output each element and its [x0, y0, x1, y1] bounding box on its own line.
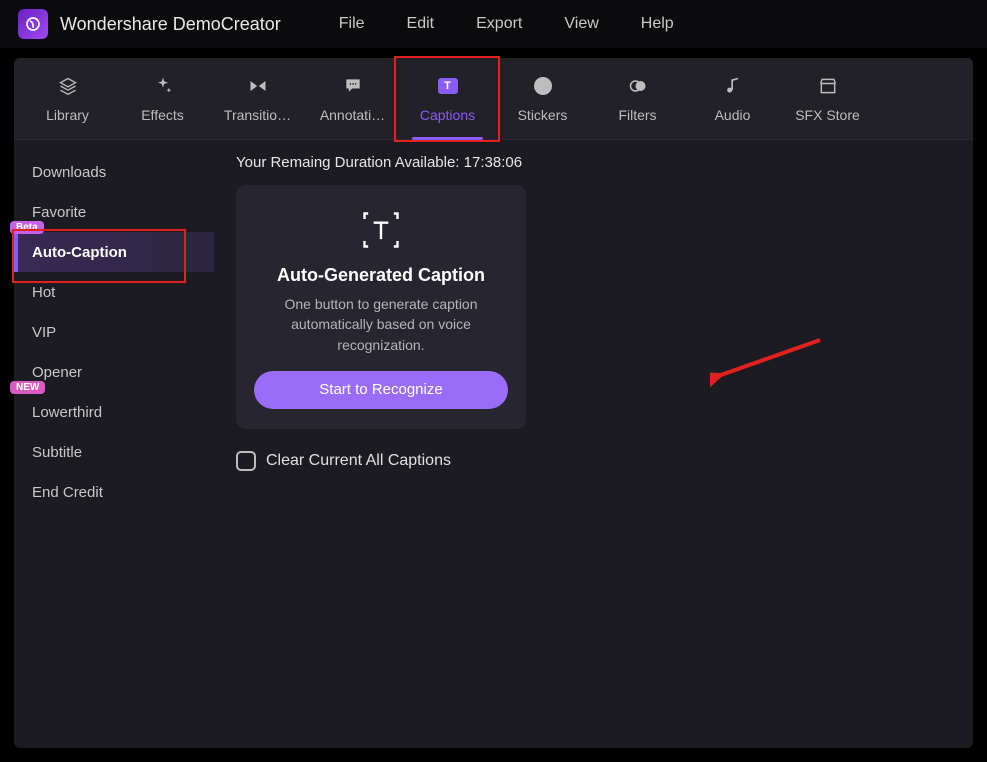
captions-icon: T	[437, 75, 459, 97]
clear-captions-row: Clear Current All Captions	[236, 451, 951, 471]
bowtie-icon	[247, 75, 269, 97]
sidebar-item-label: Downloads	[32, 164, 106, 181]
menu-export[interactable]: Export	[476, 15, 522, 33]
sidebar-item-downloads[interactable]: Downloads	[14, 152, 214, 192]
tab-captions[interactable]: T Captions	[400, 58, 495, 139]
new-badge: NEW	[10, 381, 45, 394]
tab-sfx-store[interactable]: SFX Store	[780, 58, 875, 139]
auto-caption-card: Auto-Generated Caption One button to gen…	[236, 185, 526, 429]
music-note-icon	[722, 75, 744, 97]
text-scan-icon	[359, 209, 403, 251]
menu-help[interactable]: Help	[641, 15, 674, 33]
layers-icon	[57, 75, 79, 97]
menu-bar: File Edit Export View Help	[339, 15, 674, 33]
workspace: Library Effects Transitio… Annotati… T C…	[14, 58, 973, 748]
sidebar-item-label: Favorite	[32, 204, 86, 221]
sidebar-item-subtitle[interactable]: Subtitle	[14, 432, 214, 472]
start-recognize-button[interactable]: Start to Recognize	[254, 371, 508, 409]
sidebar-item-label: Auto-Caption	[32, 244, 127, 261]
sidebar-item-favorite[interactable]: Favorite	[14, 192, 214, 232]
menu-file[interactable]: File	[339, 15, 365, 33]
sidebar-item-label: Opener	[32, 364, 82, 381]
sidebar-item-label: Hot	[32, 284, 55, 301]
app-title: Wondershare DemoCreator	[60, 14, 281, 35]
sidebar-item-label: Subtitle	[32, 444, 82, 461]
smiley-icon	[532, 75, 554, 97]
sidebar-item-end-credit[interactable]: End Credit	[14, 472, 214, 512]
tab-library[interactable]: Library	[20, 58, 115, 139]
app-logo-icon	[18, 9, 48, 39]
beta-badge: Beta	[10, 221, 44, 234]
annotation-arrow-icon	[710, 332, 830, 392]
tab-label: Captions	[420, 107, 475, 123]
tab-label: SFX Store	[795, 107, 860, 123]
store-icon	[817, 75, 839, 97]
tab-label: Transitio…	[224, 107, 291, 123]
tab-label: Library	[46, 107, 89, 123]
menu-edit[interactable]: Edit	[407, 15, 435, 33]
sidebar-item-vip[interactable]: VIP	[14, 312, 214, 352]
tab-transitions[interactable]: Transitio…	[210, 58, 305, 139]
clear-captions-label: Clear Current All Captions	[266, 452, 451, 470]
sidebar-item-hot[interactable]: Hot	[14, 272, 214, 312]
tab-label: Stickers	[518, 107, 568, 123]
sidebar-item-label: End Credit	[32, 484, 103, 501]
card-title: Auto-Generated Caption	[254, 265, 508, 286]
remaining-label: Your Remaing Duration Available:	[236, 154, 459, 171]
tab-stickers[interactable]: Stickers	[495, 58, 590, 139]
sparkle-icon	[152, 75, 174, 97]
speech-icon	[342, 75, 364, 97]
sidebar-item-auto-caption[interactable]: Beta Auto-Caption	[14, 232, 214, 272]
sidebar-item-label: Lowerthird	[32, 404, 102, 421]
sidebar: Downloads Favorite Beta Auto-Caption Hot…	[14, 140, 214, 748]
category-tabs: Library Effects Transitio… Annotati… T C…	[14, 58, 973, 140]
tab-label: Annotati…	[320, 107, 385, 123]
card-description: One button to generate caption automatic…	[254, 294, 508, 355]
content-panel: Your Remaing Duration Available: 17:38:0…	[214, 140, 973, 748]
tab-label: Filters	[618, 107, 656, 123]
sidebar-item-lowerthird[interactable]: NEW Lowerthird	[14, 392, 214, 432]
remaining-duration: Your Remaing Duration Available: 17:38:0…	[236, 154, 951, 171]
sidebar-item-label: VIP	[32, 324, 56, 341]
menu-view[interactable]: View	[564, 15, 598, 33]
tab-audio[interactable]: Audio	[685, 58, 780, 139]
remaining-value: 17:38:06	[464, 154, 522, 171]
tab-label: Audio	[715, 107, 751, 123]
venn-icon	[627, 75, 649, 97]
title-bar: Wondershare DemoCreator File Edit Export…	[0, 0, 987, 48]
tab-label: Effects	[141, 107, 184, 123]
tab-annotations[interactable]: Annotati…	[305, 58, 400, 139]
tab-filters[interactable]: Filters	[590, 58, 685, 139]
clear-captions-checkbox[interactable]	[236, 451, 256, 471]
tab-effects[interactable]: Effects	[115, 58, 210, 139]
